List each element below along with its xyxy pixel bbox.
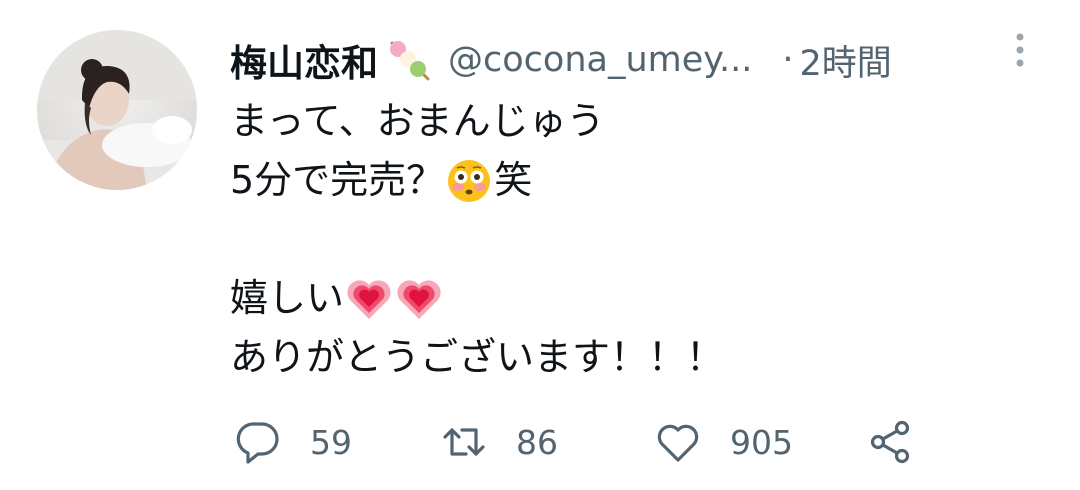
retweet-count: 86	[516, 422, 558, 462]
reply-button[interactable]: 59	[234, 412, 352, 472]
timestamp[interactable]: 2時間	[800, 35, 892, 86]
tweet-line-2-text: 5分で完売？	[230, 158, 445, 202]
tweet-line-4: 嬉しい	[230, 269, 724, 328]
growing-heart-emoji	[395, 275, 443, 323]
reply-icon	[236, 422, 279, 464]
author-handle[interactable]: @cocona_umey...	[448, 40, 752, 80]
more-vertical-icon[interactable]	[1008, 30, 1032, 74]
tweet-header: 梅山恋和 @cocona_umey... · 2時間	[230, 30, 1040, 90]
tweet-line-4-text: 嬉しい	[230, 276, 345, 320]
share-icon	[870, 420, 910, 464]
share-button[interactable]	[866, 412, 914, 472]
tweet-line-1: まって、おまんじゅう	[230, 99, 605, 143]
heart-icon	[657, 424, 699, 462]
tweet-line-2-tail: 笑	[494, 158, 533, 202]
retweet-button[interactable]: 86	[440, 412, 558, 472]
display-name[interactable]: 梅山恋和	[230, 33, 378, 87]
avatar[interactable]	[37, 30, 197, 190]
action-bar: 59 86 905	[234, 412, 954, 472]
tweet-line-5: ありがとうございます！！！	[230, 335, 725, 379]
reply-count: 59	[310, 422, 352, 462]
dango-emoji	[384, 35, 434, 85]
like-button[interactable]: 905	[654, 412, 793, 472]
separator-dot: ·	[782, 40, 794, 80]
like-count: 905	[730, 422, 793, 462]
tweet-text: まって、おまんじゅう 5分で完売？ 笑 嬉しい ありがとうございます！！！	[230, 92, 724, 387]
tweet-line-2: 5分で完売？ 笑	[230, 151, 724, 210]
flushed-face-emoji	[445, 157, 493, 205]
tweet-line-3-blank	[230, 210, 724, 269]
profile-photo	[37, 30, 197, 190]
tweet-card[interactable]: 梅山恋和 @cocona_umey... · 2時間 まって、おまんじゅう 5分…	[0, 0, 1080, 490]
retweet-icon	[443, 428, 485, 456]
growing-heart-emoji	[345, 275, 393, 323]
